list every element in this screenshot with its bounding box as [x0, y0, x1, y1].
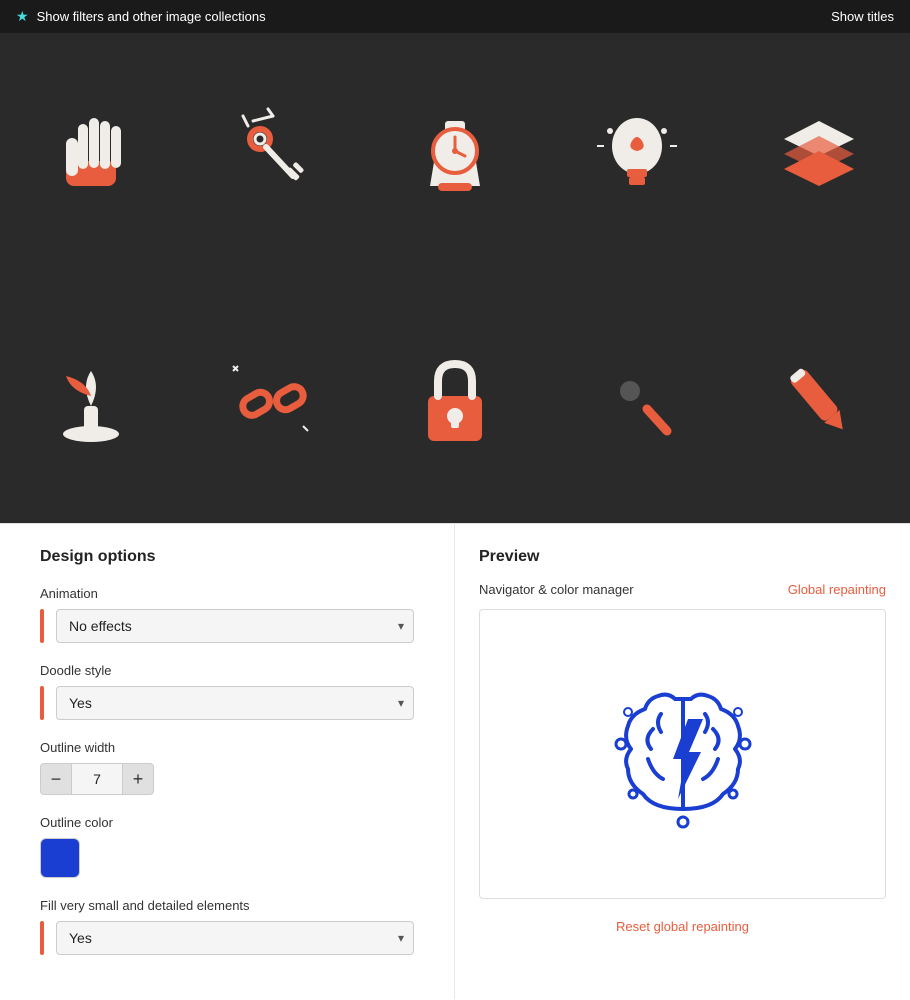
- gallery-cell-lock[interactable]: [364, 278, 546, 523]
- gallery-cell-hand[interactable]: [0, 33, 182, 278]
- preview-box: [479, 609, 886, 899]
- top-bar-left: ★ Show filters and other image collectio…: [16, 8, 266, 25]
- outline-width-stepper: − 7 +: [40, 763, 414, 795]
- outline-width-minus-button[interactable]: −: [40, 763, 72, 795]
- show-titles-button[interactable]: Show titles: [831, 9, 894, 24]
- design-options-panel: Design options Animation No effects Boun…: [0, 524, 455, 999]
- gallery-cell-chain[interactable]: [182, 278, 364, 523]
- fill-small-field: Fill very small and detailed elements Ye…: [40, 898, 414, 955]
- animation-field: Animation No effects Bounce Spin Pulse ▾: [40, 586, 414, 643]
- fill-small-select-wrapper: Yes No ▾: [56, 921, 414, 955]
- doodle-style-field: Doodle style Yes No ▾: [40, 663, 414, 720]
- outline-color-swatch[interactable]: [40, 838, 80, 878]
- reset-global-repainting-link[interactable]: Reset global repainting: [479, 911, 886, 942]
- gallery-cell-marker[interactable]: [728, 278, 910, 523]
- doodle-select-wrapper: Yes No ▾: [56, 686, 414, 720]
- preview-panel: Preview Navigator & color manager Global…: [455, 524, 910, 999]
- gallery-cell-scale[interactable]: [364, 33, 546, 278]
- outline-color-label: Outline color: [40, 815, 414, 830]
- animation-label: Animation: [40, 586, 414, 601]
- gallery-cell-search[interactable]: [546, 278, 728, 523]
- gallery-cell-keys[interactable]: [182, 33, 364, 278]
- doodle-orange-bar: [40, 686, 44, 720]
- outline-width-plus-button[interactable]: +: [122, 763, 154, 795]
- navigator-color-manager-label: Navigator & color manager: [479, 582, 634, 597]
- bottom-panel: Design options Animation No effects Boun…: [0, 523, 910, 999]
- gallery-cell-plant[interactable]: [0, 278, 182, 523]
- outline-width-field: Outline width − 7 +: [40, 740, 414, 795]
- animation-select-wrapper: No effects Bounce Spin Pulse ▾: [56, 609, 414, 643]
- doodle-style-select[interactable]: Yes No: [56, 686, 414, 720]
- global-repainting-link[interactable]: Global repainting: [788, 582, 886, 597]
- fill-small-label: Fill very small and detailed elements: [40, 898, 414, 913]
- outline-width-value: 7: [72, 763, 122, 795]
- icon-gallery: [0, 33, 910, 523]
- preview-nav: Navigator & color manager Global repaint…: [479, 582, 886, 597]
- gallery-cell-lightbulb[interactable]: [546, 33, 728, 278]
- animation-orange-bar: [40, 609, 44, 643]
- outline-width-label: Outline width: [40, 740, 414, 755]
- fill-small-select[interactable]: Yes No: [56, 921, 414, 955]
- show-filters-label: Show filters and other image collections: [37, 9, 266, 24]
- top-bar: ★ Show filters and other image collectio…: [0, 0, 910, 33]
- preview-title: Preview: [479, 548, 886, 566]
- gallery-cell-layers[interactable]: [728, 33, 910, 278]
- doodle-style-label: Doodle style: [40, 663, 414, 678]
- animation-select[interactable]: No effects Bounce Spin Pulse: [56, 609, 414, 643]
- fill-small-orange-bar: [40, 921, 44, 955]
- outline-color-field: Outline color: [40, 815, 414, 878]
- design-options-title: Design options: [40, 548, 414, 566]
- preview-brain-icon: [593, 664, 773, 844]
- star-icon: ★: [16, 8, 29, 25]
